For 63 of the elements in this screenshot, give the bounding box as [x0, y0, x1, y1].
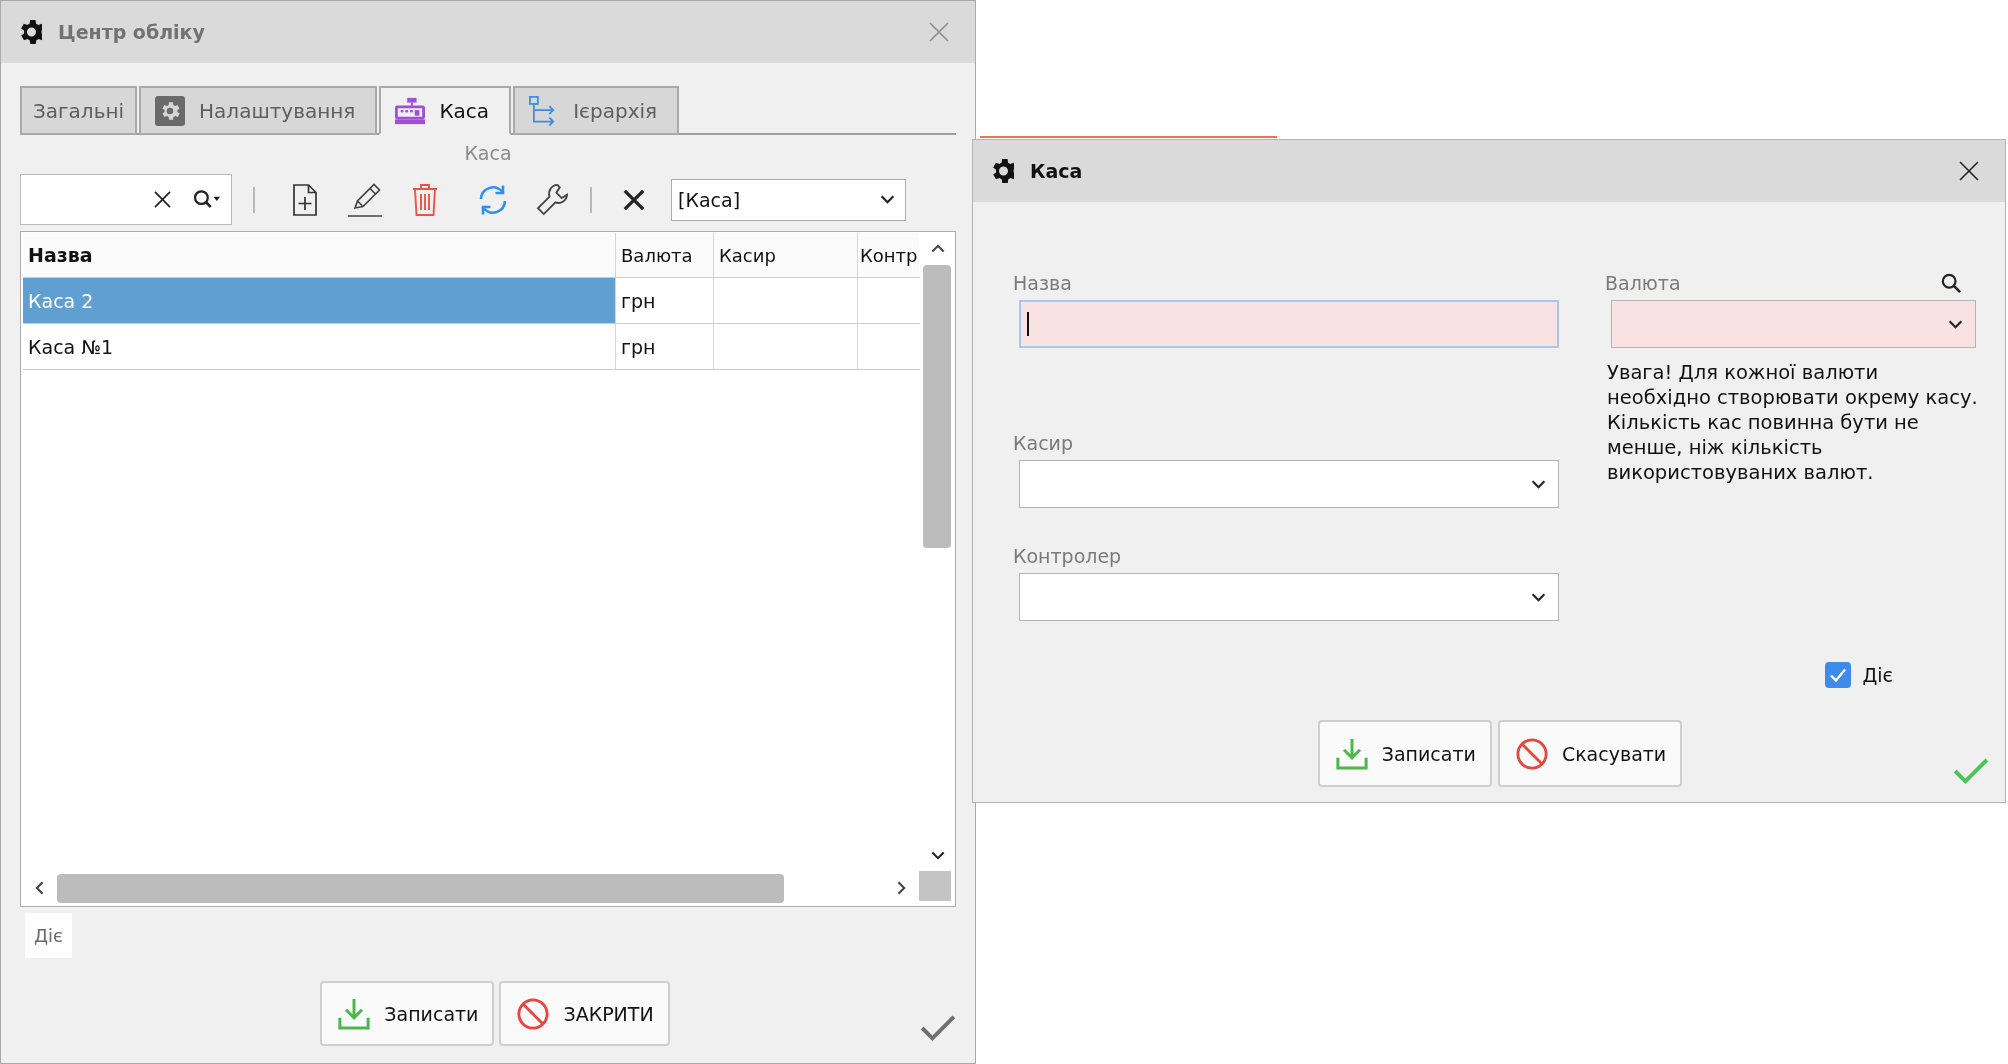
chevron-up-icon[interactable]	[930, 244, 945, 253]
prohibited-icon	[517, 997, 550, 1030]
cash-register-icon	[395, 95, 426, 126]
chevron-down-icon	[1531, 479, 1546, 489]
table-cell[interactable]: грн	[616, 324, 714, 369]
close-icon[interactable]	[1959, 161, 1979, 181]
column-header[interactable]: Назва	[23, 233, 616, 277]
field-label: Контролер	[1013, 544, 1123, 568]
chevron-down-icon	[1531, 592, 1546, 602]
filter-dropdown[interactable]: [Каса]	[671, 178, 906, 221]
section-title: Каса	[463, 141, 513, 166]
pencil-icon[interactable]	[347, 182, 383, 217]
field-label: Назва	[1013, 271, 1073, 295]
window-title: Центр обліку	[58, 21, 205, 43]
chevron-left-icon[interactable]	[35, 881, 44, 895]
search-icon[interactable]	[193, 189, 221, 210]
chevron-right-icon[interactable]	[897, 881, 906, 895]
field-label: Валюта	[1605, 271, 1681, 295]
legend-label: Діє	[25, 913, 72, 958]
gear-icon	[155, 95, 186, 126]
checkbox[interactable]	[1825, 662, 1852, 688]
column-header[interactable]: Контр	[858, 233, 919, 277]
download-icon	[338, 997, 371, 1030]
chevron-down-icon	[880, 195, 895, 204]
search-icon[interactable]	[1941, 273, 1961, 293]
dropdown-field[interactable]	[1611, 300, 1976, 348]
warning-text: Увага! Для кожної валюти необхідно створювати окрему касу. Кількість кас повинна бути не менше, ніж кількість використовуваних валют.	[1607, 360, 1979, 485]
checkmark-icon[interactable]	[920, 1014, 956, 1042]
table-cell[interactable]: грн	[616, 278, 714, 323]
dropdown-field[interactable]	[1019, 573, 1559, 621]
save-button[interactable]: Записати	[320, 981, 495, 1046]
tab[interactable]: Ієрархія	[513, 86, 680, 135]
tab[interactable]: Налаштування	[139, 86, 378, 135]
column-header[interactable]: Касир	[714, 233, 858, 277]
text-cursor	[1027, 312, 1029, 336]
text-field[interactable]	[1019, 300, 1559, 348]
save-button[interactable]: Записати	[1317, 720, 1492, 787]
download-icon	[1335, 737, 1368, 770]
close-button[interactable]: ЗАКРИТИ	[499, 981, 670, 1046]
scrollbar-thumb[interactable]	[922, 265, 951, 548]
table-cell[interactable]: Каса №1	[23, 324, 616, 369]
scrollbar-corner	[919, 871, 951, 901]
tab[interactable]: Каса	[379, 86, 512, 135]
add-document-icon[interactable]	[293, 183, 317, 216]
dropdown-field[interactable]	[1019, 460, 1559, 508]
tab[interactable]: Загальні	[20, 86, 138, 135]
search-field[interactable]	[20, 174, 232, 225]
close-icon[interactable]	[623, 188, 645, 211]
gear-icon	[21, 20, 42, 44]
wrench-icon[interactable]	[536, 183, 569, 216]
scrollbar-thumb[interactable]	[57, 873, 784, 903]
field-label: Касир	[1013, 431, 1074, 455]
chevron-down-icon	[1948, 319, 1963, 329]
window-title: Каса	[1030, 160, 1083, 182]
column-header[interactable]: Валюта	[616, 233, 714, 277]
checkmark-icon[interactable]	[1953, 757, 1989, 785]
chevron-down-icon[interactable]	[930, 851, 945, 860]
checkbox-label: Діє	[1862, 664, 1893, 686]
clear-icon[interactable]	[154, 191, 171, 208]
trash-icon[interactable]	[412, 183, 438, 216]
gear-icon	[993, 159, 1014, 183]
cancel-button[interactable]: Скасувати	[1497, 720, 1683, 787]
prohibited-icon	[1515, 737, 1548, 770]
